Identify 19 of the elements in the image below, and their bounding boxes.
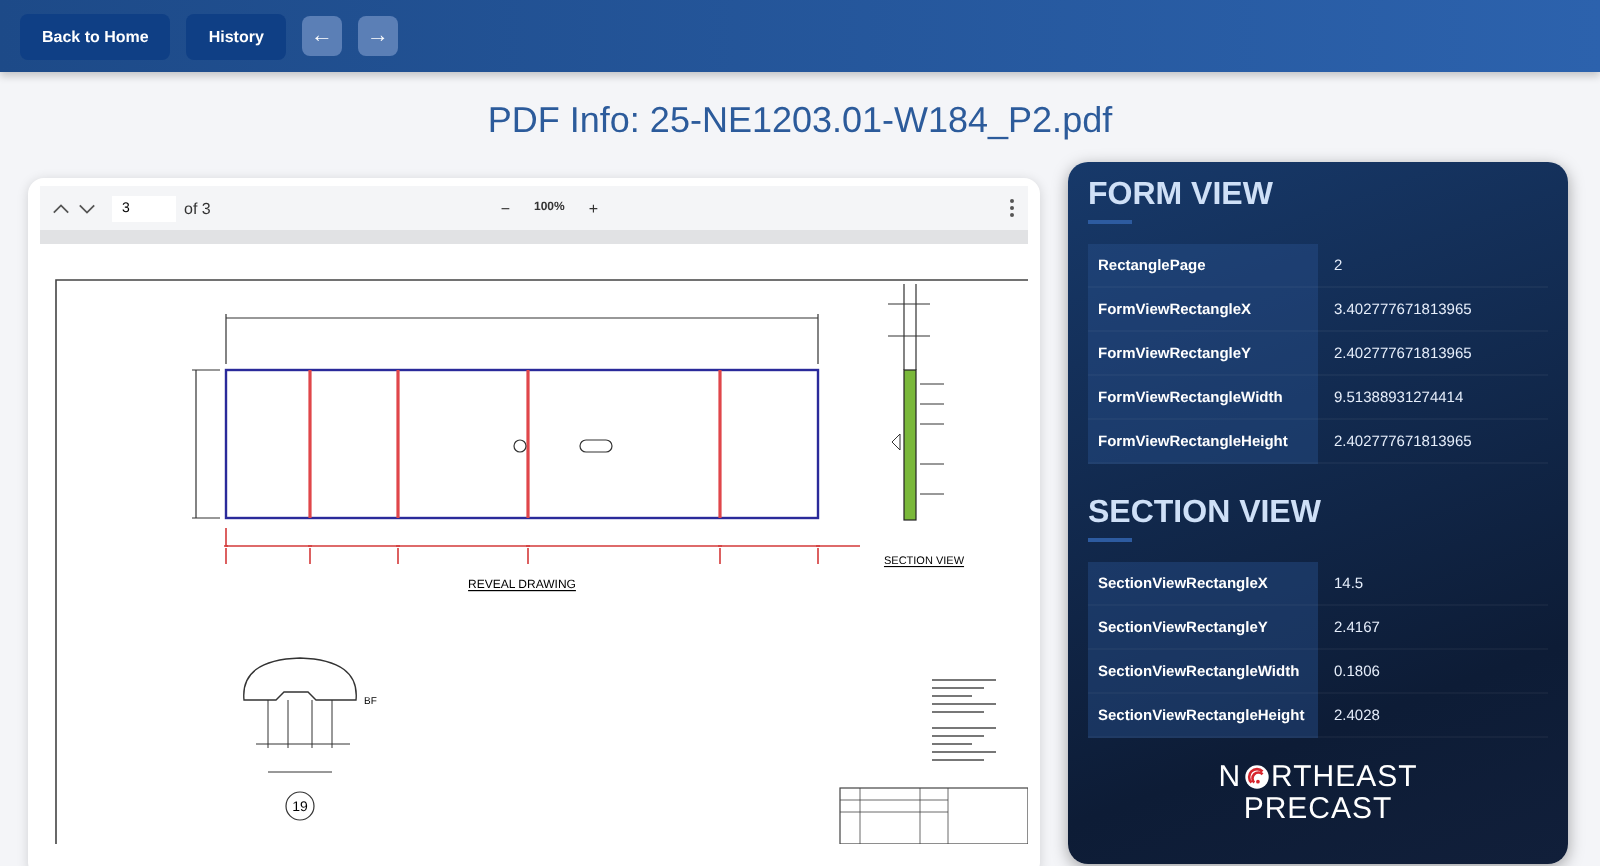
chevron-down-icon[interactable] xyxy=(78,199,96,217)
section-heading: FORM VIEW xyxy=(1088,178,1275,214)
arrow-button[interactable]: ← xyxy=(301,16,342,56)
nav-button[interactable]: Back to Home xyxy=(20,13,171,59)
more-options-icon[interactable] xyxy=(1008,198,1016,218)
chevron-up-icon[interactable] xyxy=(52,199,70,217)
zoom-out-button[interactable]: − xyxy=(500,199,510,217)
page-count: of 3 xyxy=(184,199,211,217)
arrow-button[interactable]: → xyxy=(357,16,398,56)
logo-text: N xyxy=(1218,762,1242,794)
profile-drawing xyxy=(243,657,357,773)
page-title: PDF Info: 25-NE1203.01-W184_P2.pdf xyxy=(485,100,1115,142)
nav-button[interactable]: History xyxy=(186,13,286,59)
logo-text: RTHEAST xyxy=(1271,762,1418,794)
signal-arc-icon xyxy=(1243,764,1270,791)
logo-text: PRECAST xyxy=(1243,793,1393,825)
section-heading: SECTION VIEW xyxy=(1088,496,1323,532)
notes-block xyxy=(931,679,997,761)
zoom-in-button[interactable]: + xyxy=(588,199,599,217)
